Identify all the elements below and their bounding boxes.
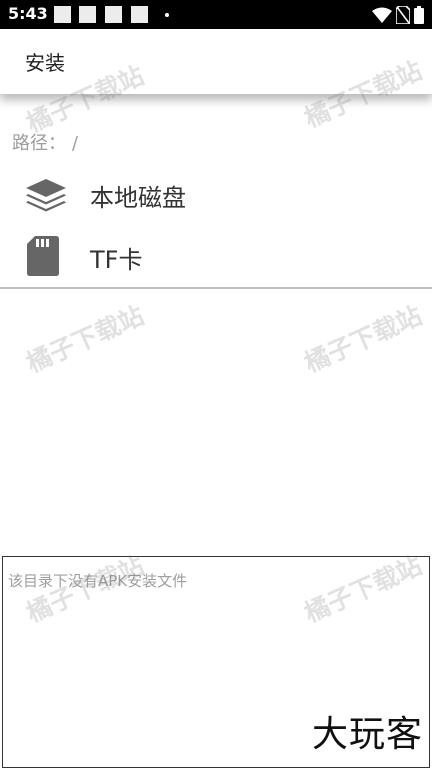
logo: 大玩客 [311, 714, 423, 755]
no-sim-icon [396, 6, 410, 24]
path-value[interactable]: / [72, 133, 78, 154]
apk-list-panel: 该目录下没有APK安装文件 大玩客 [2, 556, 430, 768]
watermark: 橘子下载站 [300, 300, 427, 379]
page-title: 安装 [25, 51, 65, 75]
sd-card-icon [27, 236, 59, 276]
app-bar: 安装 [0, 29, 432, 94]
storage-item-label: 本地磁盘 [90, 184, 186, 212]
notification-icon [131, 6, 148, 23]
notification-icon [105, 6, 122, 23]
battery-icon [414, 6, 424, 24]
storage-item-label: TF卡 [90, 246, 143, 274]
status-time: 5:43 [8, 4, 48, 23]
layers-icon [26, 179, 66, 212]
storage-item-local-disk[interactable]: 本地磁盘 [0, 163, 432, 227]
path-label: 路径： [12, 133, 66, 154]
storage-item-tf-card[interactable]: TF卡 [0, 225, 432, 289]
watermark: 橘子下载站 [22, 300, 149, 379]
empty-message: 该目录下没有APK安装文件 [8, 572, 188, 590]
notification-icon [79, 6, 96, 23]
status-bar: 5:43 [0, 0, 432, 29]
more-notifications-icon [165, 13, 169, 17]
wifi-icon [372, 7, 392, 23]
status-icons [372, 5, 424, 25]
notification-icon [54, 6, 71, 23]
path-breadcrumb: 路径： / [12, 129, 84, 155]
